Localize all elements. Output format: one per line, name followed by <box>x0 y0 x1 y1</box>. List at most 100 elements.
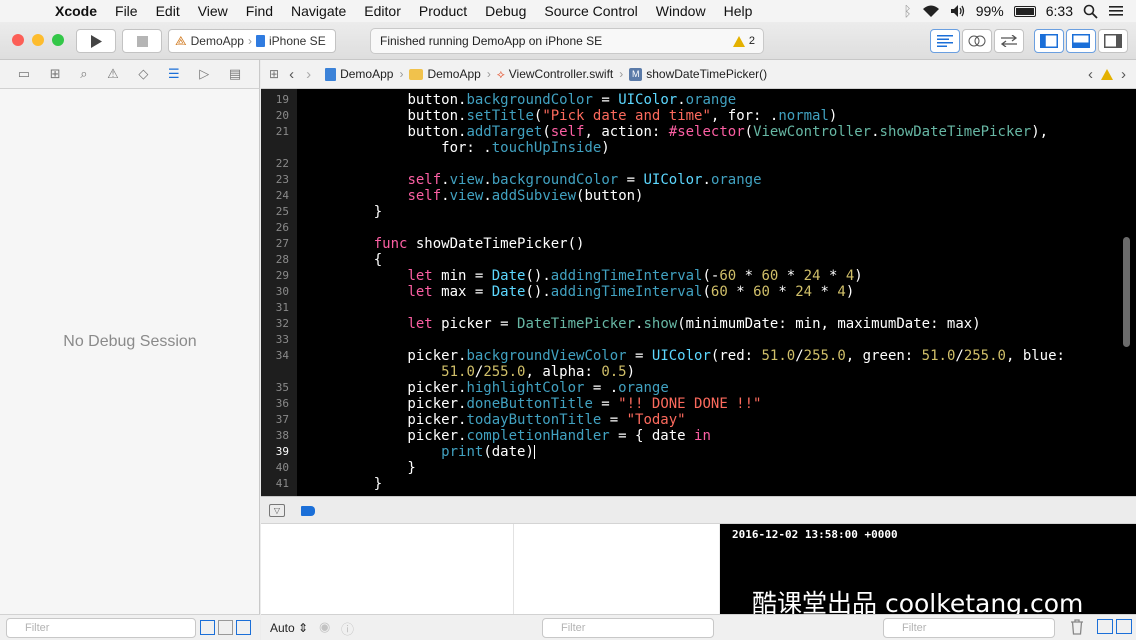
back-button[interactable]: ‹ <box>289 66 294 83</box>
eye-icon[interactable]: ◉ <box>319 619 330 635</box>
editor-scrollbar[interactable] <box>1123 237 1130 347</box>
menu-help[interactable]: Help <box>715 0 762 22</box>
code-line[interactable]: 19 button.backgroundColor = UIColor.oran… <box>261 92 1121 108</box>
volume-icon[interactable] <box>950 4 966 18</box>
menu-navigate[interactable]: Navigate <box>282 0 355 22</box>
scope-selector[interactable]: Auto ⇕ <box>270 621 308 635</box>
standard-editor-button[interactable] <box>930 29 960 53</box>
menu-app-name[interactable]: Xcode <box>46 0 106 22</box>
line-number[interactable]: 35 <box>261 380 289 396</box>
code-line[interactable]: 23 self.view.backgroundColor = UIColor.o… <box>261 172 1121 188</box>
info-icon[interactable]: ⓘ <box>341 619 354 638</box>
line-number[interactable]: 24 <box>261 188 289 204</box>
menu-source-control[interactable]: Source Control <box>535 0 646 22</box>
line-number[interactable]: 31 <box>261 300 289 316</box>
related-items-icon[interactable]: ⊞ <box>269 67 279 81</box>
filter-process-icon[interactable] <box>200 620 215 635</box>
menu-debug[interactable]: Debug <box>476 0 535 22</box>
issue-triangle-icon[interactable]: ⚠ <box>107 66 119 82</box>
run-button[interactable] <box>76 29 116 53</box>
line-number[interactable]: 29 <box>261 268 289 284</box>
bluetooth-icon[interactable]: ᛒ <box>903 3 911 19</box>
hierarchy-icon[interactable]: ⊞ <box>50 66 61 82</box>
line-number[interactable]: 25 <box>261 204 289 220</box>
filter-crashed-icon[interactable] <box>236 620 251 635</box>
filter-threads-icon[interactable] <box>218 620 233 635</box>
code-line[interactable]: 26 <box>261 220 1121 236</box>
menu-product[interactable]: Product <box>410 0 476 22</box>
code-line[interactable]: 29 let min = Date().addingTimeInterval(-… <box>261 268 1121 284</box>
line-number[interactable]: 20 <box>261 108 289 124</box>
search-icon[interactable] <box>1083 4 1098 19</box>
code-line[interactable]: 37 picker.todayButtonTitle = "Today" <box>261 412 1121 428</box>
list-icon[interactable] <box>1108 4 1124 18</box>
line-number[interactable]: 36 <box>261 396 289 412</box>
debug-navigator-icon[interactable]: ☰ <box>168 66 180 82</box>
line-number[interactable]: 22 <box>261 156 289 172</box>
diamond-icon[interactable]: ◇ <box>138 66 148 82</box>
pane-divider[interactable] <box>513 524 514 614</box>
minimize-window-button[interactable] <box>32 34 44 46</box>
menu-window[interactable]: Window <box>647 0 715 22</box>
split-console-right-icon[interactable] <box>1116 619 1132 634</box>
hide-debug-area-button[interactable]: ▽ <box>269 504 285 517</box>
line-number[interactable]: 39 <box>261 444 289 460</box>
code-line[interactable]: 40 } <box>261 460 1121 476</box>
toggle-navigator-button[interactable] <box>1034 29 1064 53</box>
code-line[interactable]: 32 let picker = DateTimePicker.show(mini… <box>261 316 1121 332</box>
line-number[interactable]: 19 <box>261 92 289 108</box>
wifi-icon[interactable] <box>922 4 940 18</box>
previous-issue-button[interactable]: ‹ <box>1088 66 1093 83</box>
code-line[interactable]: 22 <box>261 156 1121 172</box>
breakpoints-toggle-icon[interactable] <box>301 506 315 516</box>
line-number[interactable]: 40 <box>261 460 289 476</box>
line-number[interactable]: 33 <box>261 332 289 348</box>
code-line[interactable]: 38 picker.completionHandler = { date in <box>261 428 1121 444</box>
line-number[interactable]: 32 <box>261 316 289 332</box>
code-line[interactable]: 28 { <box>261 252 1121 268</box>
forward-button[interactable]: › <box>306 66 311 83</box>
crumb-method[interactable]: M showDateTimePicker() <box>629 67 767 81</box>
code-line[interactable]: for: .touchUpInside) <box>261 140 1121 156</box>
next-issue-button[interactable]: › <box>1121 66 1126 83</box>
line-number[interactable]: 34 <box>261 348 289 364</box>
line-number[interactable]: 30 <box>261 284 289 300</box>
source-editor[interactable]: 19 button.backgroundColor = UIColor.oran… <box>261 89 1136 496</box>
line-number[interactable]: 41 <box>261 476 289 492</box>
warning-triangle-icon[interactable] <box>1101 68 1113 80</box>
navigator-filter-input[interactable]: Filter <box>6 618 196 638</box>
report-icon[interactable]: ▤ <box>229 66 241 82</box>
warning-indicator[interactable]: 2 <box>732 35 755 47</box>
code-line[interactable]: 51.0/255.0, alpha: 0.5) <box>261 364 1121 380</box>
code-line[interactable]: 30 let max = Date().addingTimeInterval(6… <box>261 284 1121 300</box>
code-line[interactable]: 36 picker.doneButtonTitle = "!! DONE DON… <box>261 396 1121 412</box>
line-number[interactable]: 23 <box>261 172 289 188</box>
line-number[interactable]: 27 <box>261 236 289 252</box>
line-number[interactable]: 38 <box>261 428 289 444</box>
code-line[interactable]: 21 button.addTarget(self, action: #selec… <box>261 124 1121 140</box>
scheme-selector[interactable]: ⟁ DemoApp › iPhone SE <box>168 29 336 53</box>
trash-icon[interactable] <box>1070 619 1084 635</box>
code-line[interactable]: 25 } <box>261 204 1121 220</box>
assistant-editor-button[interactable] <box>962 29 992 53</box>
code-line[interactable]: 31 <box>261 300 1121 316</box>
crumb-group[interactable]: DemoApp <box>409 67 481 81</box>
menu-find[interactable]: Find <box>237 0 282 22</box>
magnifier-icon[interactable]: ⌕ <box>80 66 87 82</box>
battery-icon[interactable] <box>1013 5 1036 17</box>
line-number[interactable]: 28 <box>261 252 289 268</box>
code-line[interactable]: 34 picker.backgroundViewColor = UIColor(… <box>261 348 1121 364</box>
menu-editor[interactable]: Editor <box>355 0 410 22</box>
crumb-project[interactable]: DemoApp <box>325 67 393 81</box>
code-line[interactable]: 20 button.setTitle("Pick date and time",… <box>261 108 1121 124</box>
close-window-button[interactable] <box>12 34 24 46</box>
code-line[interactable]: 41 } <box>261 476 1121 492</box>
menu-edit[interactable]: Edit <box>147 0 189 22</box>
menu-view[interactable]: View <box>189 0 237 22</box>
code-line[interactable]: 35 picker.highlightColor = .orange <box>261 380 1121 396</box>
code-line[interactable]: 27 func showDateTimePicker() <box>261 236 1121 252</box>
crumb-file[interactable]: ⟡ ViewController.swift <box>497 67 613 82</box>
zoom-window-button[interactable] <box>52 34 64 46</box>
variables-filter-input[interactable]: Filter <box>542 618 714 638</box>
toggle-utilities-button[interactable] <box>1098 29 1128 53</box>
